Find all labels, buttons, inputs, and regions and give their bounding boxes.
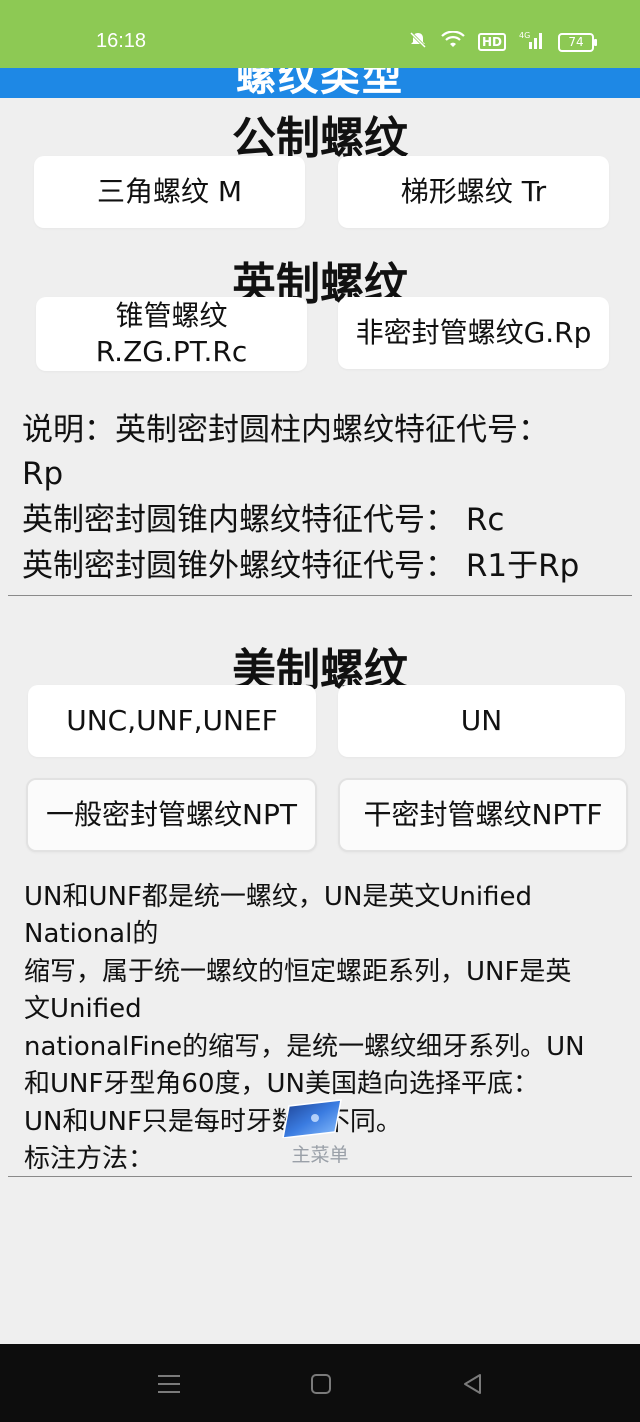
non-seal-pipe-thread-button[interactable]: 非密封管螺纹G.Rp <box>338 297 609 369</box>
imperial-note-line: Rp <box>22 456 64 492</box>
american-note-line: 缩写，属于统一螺纹的恒定螺距系列，UNF是英 <box>24 957 572 987</box>
hd-icon: HD <box>477 33 506 51</box>
un-button[interactable]: UN <box>338 685 625 757</box>
section-divider <box>8 595 632 596</box>
american-note-line: 文Unified <box>24 994 142 1024</box>
bottom-divider <box>8 1176 632 1177</box>
american-note-line: National的 <box>24 919 159 949</box>
system-nav-bar <box>0 1344 640 1422</box>
mute-icon <box>408 30 428 54</box>
unc-unf-unef-button[interactable]: UNC,UNF,UNEF <box>28 685 316 757</box>
svg-text:4G: 4G <box>519 31 530 40</box>
imperial-note-line: 说明：英制密封圆柱内螺纹特征代号： <box>22 412 549 448</box>
triangle-thread-button[interactable]: 三角螺纹 M <box>34 156 305 228</box>
app-title-bar: 螺纹类型 <box>0 68 640 98</box>
app-title: 螺纹类型 <box>236 68 404 98</box>
nptf-button[interactable]: 干密封管螺纹NPTF <box>338 778 628 852</box>
phone-icon <box>282 1099 342 1138</box>
taper-pipe-thread-button[interactable]: 锥管螺纹 R.ZG.PT.Rc <box>36 297 307 371</box>
imperial-note-line: 英制密封圆锥外螺纹特征代号： R1于Rp <box>22 548 580 584</box>
status-icons: HD 4G 74 <box>408 30 597 54</box>
npt-button[interactable]: 一般密封管螺纹NPT <box>26 778 317 852</box>
4g-signal-icon: 4G <box>519 30 545 54</box>
main-menu-label: 主菜单 <box>291 1144 349 1166</box>
trapezoid-thread-button[interactable]: 梯形螺纹 Tr <box>338 156 609 228</box>
status-bar: 16:18 HD 4G 74 <box>0 0 640 68</box>
american-note-line: nationalFine的缩写，是统一螺纹细牙系列。UN <box>24 1032 585 1062</box>
menu-icon[interactable] <box>157 1372 181 1402</box>
taper-pipe-thread-label-line2: R.ZG.PT.Rc <box>95 335 248 368</box>
imperial-note-line: 英制密封圆锥内螺纹特征代号： Rc <box>22 502 505 538</box>
wifi-icon <box>441 30 465 53</box>
taper-pipe-thread-label-line1: 锥管螺纹 <box>115 299 228 332</box>
american-note-line: UN和UNF都是统一螺纹，UN是英文Unified <box>24 882 533 912</box>
battery-icon: 74 <box>558 32 597 52</box>
back-icon[interactable] <box>462 1372 484 1402</box>
home-icon[interactable] <box>310 1372 332 1402</box>
status-time: 16:18 <box>96 30 147 52</box>
